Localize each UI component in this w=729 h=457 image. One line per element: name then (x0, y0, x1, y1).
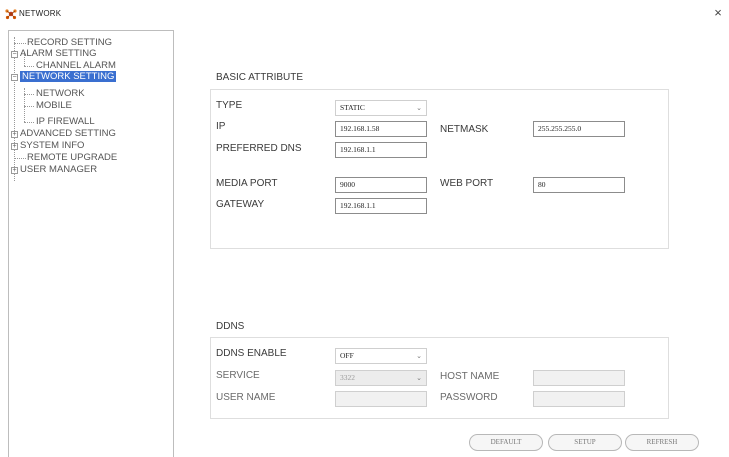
tree-item-remote-upgrade[interactable]: REMOTE UPGRADE (27, 152, 117, 163)
ip-input[interactable]: 192.168.1.58 (335, 121, 427, 137)
web-port-label: WEB PORT (440, 178, 494, 189)
expand-icon[interactable]: − (11, 51, 18, 58)
tree-item-record-setting[interactable]: RECORD SETTING (27, 37, 112, 48)
service-select[interactable]: 3322 ⌄ (335, 370, 427, 386)
preferred-dns-input[interactable]: 192.168.1.1 (335, 142, 427, 158)
close-button[interactable]: × (711, 5, 725, 21)
preferred-dns-label: PREFERRED DNS (216, 143, 302, 154)
media-port-label: MEDIA PORT (216, 178, 278, 189)
tree-connector (24, 122, 34, 123)
tree-item-user-manager[interactable]: USER MANAGER (20, 164, 97, 175)
service-value: 3322 (340, 373, 355, 382)
main-panel: BASIC ATTRIBUTE TYPE STATIC ⌄ IP 192.168… (174, 30, 729, 457)
tree-item-label: REMOTE UPGRADE (27, 152, 118, 163)
tree-item-label: MOBILE (36, 100, 72, 111)
web-port-input[interactable]: 80 (533, 177, 625, 193)
tree-item-label: USER MANAGER (20, 164, 98, 175)
basic-attribute-title: BASIC ATTRIBUTE (216, 72, 304, 83)
tree-item-ip-firewall[interactable]: IP FIREWALL (36, 116, 95, 127)
gateway-input[interactable]: 192.168.1.1 (335, 198, 427, 214)
chevron-down-icon: ⌄ (416, 374, 422, 382)
tree-item-mobile[interactable]: MOBILE (36, 100, 72, 111)
tree-item-label: NETWORK (36, 88, 85, 99)
ddns-title: DDNS (216, 321, 245, 332)
chevron-down-icon: ⌄ (416, 104, 422, 112)
ddns-enable-select[interactable]: OFF ⌄ (335, 348, 427, 364)
service-label: SERVICE (216, 370, 260, 381)
tree-item-label: IP FIREWALL (36, 116, 95, 127)
tree-connector (14, 43, 26, 44)
gateway-label: GATEWAY (216, 199, 265, 210)
tree-connector (14, 158, 26, 159)
tree-item-label: NETWORK SETTING (20, 71, 117, 82)
chevron-down-icon: ⌄ (416, 352, 422, 360)
default-button[interactable]: DEFAULT (469, 434, 543, 451)
type-select[interactable]: STATIC ⌄ (335, 100, 427, 116)
ddns-enable-label: DDNS ENABLE (216, 348, 287, 359)
tree-item-label: RECORD SETTING (27, 37, 112, 48)
tree-item-alarm-setting[interactable]: ALARM SETTING (20, 48, 97, 59)
tree-connector (24, 106, 34, 107)
tree-item-channel-alarm[interactable]: CHANNEL ALARM (36, 60, 116, 71)
tree-item-network[interactable]: NETWORK (36, 88, 85, 99)
tree-item-network-setting[interactable]: NETWORK SETTING (20, 71, 117, 82)
password-input[interactable] (533, 391, 625, 407)
tree-item-advanced-setting[interactable]: ADVANCED SETTING (20, 128, 116, 139)
setup-button[interactable]: SETUP (548, 434, 622, 451)
netmask-input[interactable]: 255.255.255.0 (533, 121, 625, 137)
ip-label: IP (216, 121, 226, 132)
user-name-input[interactable] (335, 391, 427, 407)
expand-icon[interactable]: + (11, 167, 18, 174)
refresh-button[interactable]: REFRESH (625, 434, 699, 451)
tree-connector (24, 66, 34, 67)
host-name-input[interactable] (533, 370, 625, 386)
tree-connector (24, 94, 34, 95)
password-label: PASSWORD (440, 392, 498, 403)
type-value: STATIC (340, 103, 365, 112)
navigation-tree: RECORD SETTING − ALARM SETTING CHANNEL A… (8, 30, 174, 457)
netmask-label: NETMASK (440, 124, 489, 135)
type-label: TYPE (216, 100, 243, 111)
network-icon (5, 9, 17, 20)
tree-connector (14, 37, 15, 181)
tree-item-label: SYSTEM INFO (20, 140, 85, 151)
user-name-label: USER NAME (216, 392, 276, 403)
tree-item-label: ADVANCED SETTING (20, 128, 116, 139)
ddns-enable-value: OFF (340, 351, 354, 360)
tree-item-system-info[interactable]: SYSTEM INFO (20, 140, 84, 151)
tree-item-label: ALARM SETTING (20, 48, 97, 59)
host-name-label: HOST NAME (440, 371, 500, 382)
expand-icon[interactable]: + (11, 131, 18, 138)
media-port-input[interactable]: 9000 (335, 177, 427, 193)
collapse-icon[interactable]: − (11, 74, 18, 81)
expand-icon[interactable]: + (11, 143, 18, 150)
window-title: NETWORK (19, 9, 62, 18)
title-bar: NETWORK × (0, 0, 729, 28)
tree-item-label: CHANNEL ALARM (36, 60, 116, 71)
basic-attribute-panel (210, 89, 669, 249)
